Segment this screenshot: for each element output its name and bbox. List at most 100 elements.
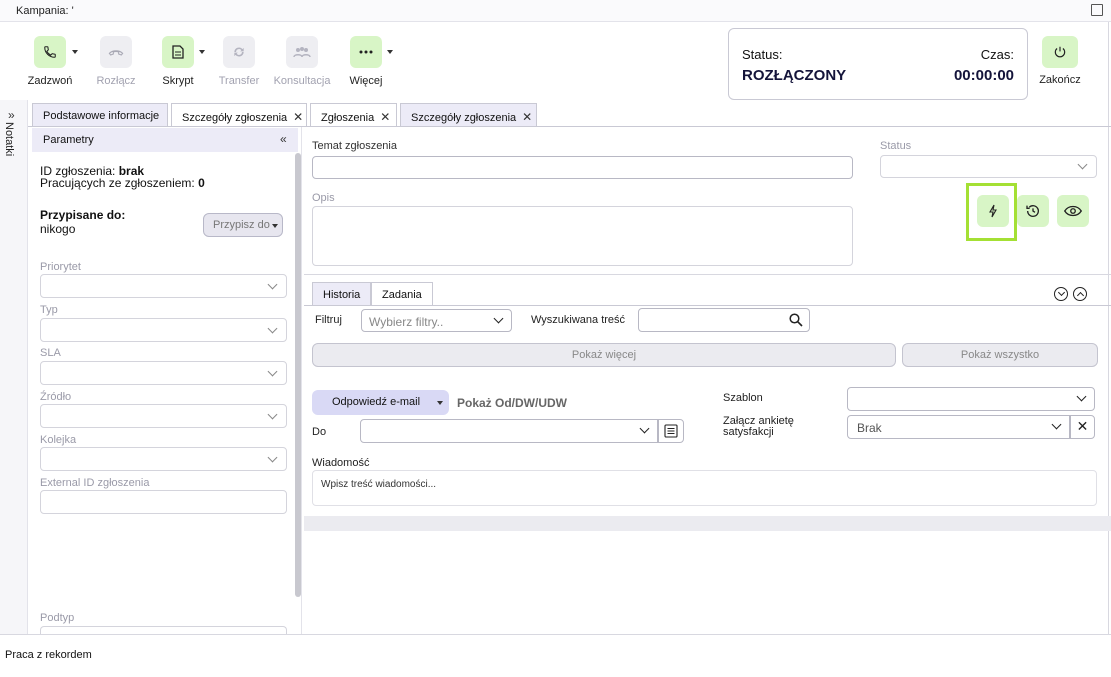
chevron-down-icon xyxy=(267,366,278,377)
message-textarea[interactable]: Wpisz treść wiadomości... xyxy=(312,470,1097,506)
tab-label: Zadania xyxy=(382,289,422,301)
history-button[interactable] xyxy=(1017,195,1049,227)
chevron-down-icon xyxy=(267,279,278,290)
priority-select[interactable] xyxy=(40,274,287,298)
ellipsis-icon[interactable] xyxy=(350,36,382,68)
sla-select[interactable] xyxy=(40,361,287,385)
more-label: Więcej xyxy=(349,75,383,87)
attach-survey-select[interactable]: Brak xyxy=(847,415,1070,439)
more-dropdown-icon[interactable] xyxy=(387,50,393,54)
script-tool[interactable]: Skrypt xyxy=(143,36,213,87)
collapse-all-icon[interactable] xyxy=(1073,287,1087,301)
attach-survey-label: Załącz ankietę satysfakcji xyxy=(723,415,794,438)
template-select[interactable] xyxy=(847,387,1095,411)
phone-icon[interactable] xyxy=(34,36,66,68)
template-label: Szablon xyxy=(723,392,763,404)
show-cc-bcc-link[interactable]: Pokaż Od/DW/UDW xyxy=(457,396,567,410)
reply-email-button[interactable]: Odpowiedź e-mail xyxy=(312,390,449,415)
tab-ticket-details-2[interactable]: Szczegóły zgłoszenia ✕ xyxy=(400,103,537,127)
chevron-down-icon xyxy=(272,224,278,228)
quick-action-button[interactable] xyxy=(977,195,1009,227)
workers-row: Pracujących ze zgłoszeniem: 0 xyxy=(40,176,205,190)
transfer-label: Transfer xyxy=(218,75,260,87)
chevron-down-icon xyxy=(639,423,650,434)
subtype-select[interactable] xyxy=(40,626,287,634)
sla-label: SLA xyxy=(40,347,61,359)
search-label: Wyszukiwana treść xyxy=(531,314,626,326)
end-button[interactable] xyxy=(1042,36,1078,68)
disconnect-label: Rozłącz xyxy=(96,75,136,87)
expand-all-icon[interactable] xyxy=(1054,287,1068,301)
call-tool[interactable]: Zadzwoń xyxy=(15,36,85,87)
status-value: ROZŁĄCZONY xyxy=(742,67,847,84)
separator-band xyxy=(304,516,1111,531)
chevron-down-icon xyxy=(1076,391,1087,402)
source-select[interactable] xyxy=(40,404,287,428)
status-label: Status: xyxy=(742,47,783,62)
list-icon xyxy=(664,424,678,438)
transfer-icon xyxy=(223,36,255,68)
notes-sidebar[interactable] xyxy=(0,100,28,634)
subject-input[interactable] xyxy=(312,156,853,179)
priority-label: Priorytet xyxy=(40,261,81,273)
assign-label: Przypisz do xyxy=(213,219,270,231)
assigned-label: Przypisane do: xyxy=(40,208,126,222)
chevron-down-icon xyxy=(493,313,504,324)
queue-select[interactable] xyxy=(40,447,287,471)
document-icon[interactable] xyxy=(162,36,194,68)
reply-email-label: Odpowiedź e-mail xyxy=(332,396,421,408)
status-panel: Status: ROZŁĄCZONY Czas: 00:00:00 xyxy=(728,28,1028,100)
params-scrollbar[interactable] xyxy=(295,153,301,597)
clear-survey-button[interactable]: ✕ xyxy=(1070,415,1095,439)
assign-button[interactable]: Przypisz do xyxy=(203,213,283,237)
tab-label: Historia xyxy=(323,289,361,301)
call-dropdown-icon[interactable] xyxy=(72,50,78,54)
address-book-button[interactable] xyxy=(658,419,684,443)
tab-tickets[interactable]: Zgłoszenia ✕ xyxy=(310,103,397,127)
popout-icon[interactable] xyxy=(1091,4,1103,16)
time-label: Czas: xyxy=(980,47,1014,62)
more-tool[interactable]: Więcej xyxy=(331,36,401,87)
chevron-down-icon xyxy=(1051,419,1062,430)
consultation-label: Konsultacja xyxy=(273,75,331,87)
external-id-input[interactable] xyxy=(40,490,287,514)
show-more-button[interactable]: Pokaż więcej xyxy=(312,343,896,367)
section-divider xyxy=(304,274,1111,275)
history-icon xyxy=(1026,205,1039,217)
description-textarea[interactable] xyxy=(312,206,853,266)
power-icon xyxy=(1054,46,1066,58)
close-icon[interactable]: ✕ xyxy=(293,110,303,124)
tab-history[interactable]: Historia xyxy=(312,282,372,306)
close-icon[interactable]: ✕ xyxy=(522,110,532,124)
tab-tasks[interactable]: Zadania xyxy=(371,282,433,306)
tab-ticket-details[interactable]: Szczegóły zgłoszenia ✕ xyxy=(171,103,307,127)
attach-survey-value: Brak xyxy=(857,421,882,435)
close-icon[interactable]: ✕ xyxy=(380,110,390,124)
message-label: Wiadomość xyxy=(312,457,370,469)
show-all-button[interactable]: Pokaż wszystko xyxy=(902,343,1098,367)
eye-icon xyxy=(1064,205,1082,217)
group-icon xyxy=(286,36,318,68)
external-id-label: External ID zgłoszenia xyxy=(40,477,150,489)
type-select[interactable] xyxy=(40,318,287,342)
to-select[interactable] xyxy=(360,419,658,443)
filter-label: Filtruj xyxy=(315,314,342,326)
tab-basic-info[interactable]: Podstawowe informacje xyxy=(32,103,168,127)
notes-label[interactable]: Notatki xyxy=(3,122,15,156)
search-icon xyxy=(789,313,803,327)
expand-chevrons-icon[interactable]: » xyxy=(8,108,15,122)
ticket-status-label: Status xyxy=(880,140,912,152)
preview-button[interactable] xyxy=(1057,195,1089,227)
ticket-status-select[interactable] xyxy=(880,155,1097,178)
filter-select[interactable]: Wybierz filtry.. xyxy=(361,309,512,332)
subject-label: Temat zgłoszenia xyxy=(312,140,397,152)
right-border xyxy=(1108,22,1109,634)
chevron-down-icon[interactable] xyxy=(437,401,443,405)
workers-label: Pracujących ze zgłoszeniem: xyxy=(40,176,195,190)
chevron-up-icon xyxy=(1076,291,1085,300)
chevron-down-icon xyxy=(1077,159,1088,170)
collapse-chevrons-icon[interactable]: « xyxy=(280,132,287,146)
tab-label: Podstawowe informacje xyxy=(43,110,160,122)
campaign-label: Kampania: ' xyxy=(16,5,74,17)
search-input[interactable] xyxy=(638,308,810,332)
